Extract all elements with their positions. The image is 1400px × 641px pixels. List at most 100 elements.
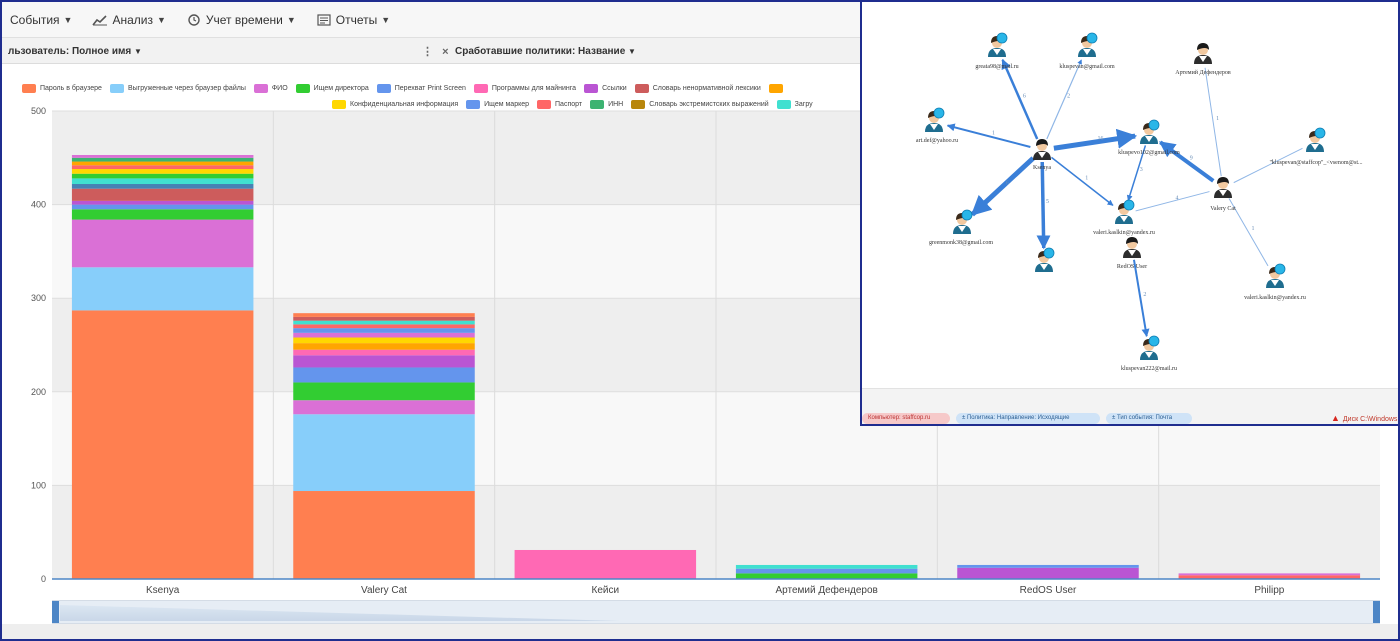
user-node-icon[interactable] bbox=[1123, 237, 1141, 258]
user-node-icon[interactable] bbox=[1115, 199, 1135, 224]
chart-scrollbar[interactable] bbox=[52, 600, 1380, 624]
node-label: kluspevo102@gmail.com bbox=[1118, 150, 1180, 156]
bar-segment bbox=[71, 173, 254, 179]
filter-chip-event-type[interactable]: ± Тип события: Почта bbox=[1106, 413, 1192, 424]
bar-segment bbox=[71, 169, 254, 174]
bar-segment bbox=[293, 324, 475, 329]
bar-segment bbox=[293, 328, 475, 333]
node-label: art.def@yahoo.ru bbox=[916, 137, 958, 144]
chip-label: Компьютер: staffcop.ru bbox=[868, 415, 931, 421]
graph-edge bbox=[1053, 128, 1138, 151]
graph-edge bbox=[1050, 156, 1114, 206]
user-node-icon[interactable] bbox=[1306, 127, 1326, 152]
bar-segment bbox=[71, 178, 254, 185]
user-node-icon[interactable] bbox=[1214, 177, 1232, 198]
filter-chip-policy[interactable]: ± Политика: Направление: Исходящие bbox=[956, 413, 1100, 424]
bar-segment bbox=[293, 414, 475, 492]
edge-label: 1 bbox=[1251, 226, 1254, 232]
bar-segment bbox=[293, 349, 475, 356]
bar-segment bbox=[71, 200, 254, 205]
edge-label: 9 bbox=[1190, 156, 1193, 162]
scroll-handle-right[interactable] bbox=[1373, 601, 1380, 623]
node-badge bbox=[933, 107, 945, 119]
bar-segment bbox=[71, 310, 254, 579]
y-tick-label: 400 bbox=[31, 200, 46, 210]
x-tick-label: Артемий Дефендеров bbox=[775, 584, 877, 596]
bar-segment bbox=[293, 320, 475, 325]
warning-icon: ▲ bbox=[1331, 413, 1340, 423]
node-label: RedOS User bbox=[1117, 264, 1147, 270]
edge-label: 1 bbox=[1085, 175, 1088, 181]
edge-label: 5 bbox=[1046, 199, 1049, 205]
bar-segment bbox=[293, 343, 475, 350]
y-tick-label: 200 bbox=[31, 387, 46, 397]
node-badge bbox=[1314, 127, 1326, 139]
edge-label: 1 bbox=[992, 130, 995, 136]
x-tick-label: RedOS User bbox=[1020, 585, 1077, 596]
edge-label: 2 bbox=[1143, 292, 1146, 298]
bar-segment bbox=[71, 157, 254, 162]
edge-label: 3 bbox=[1140, 167, 1143, 173]
bar-segment bbox=[735, 573, 918, 579]
bar-segment bbox=[71, 184, 254, 189]
bar-segment bbox=[71, 209, 254, 220]
bar-segment bbox=[71, 219, 254, 268]
edge-label: 4 bbox=[1176, 195, 1179, 201]
alert-disk[interactable]: ▲ Диск C:\Windows bbox=[1331, 413, 1398, 424]
bar-segment bbox=[71, 204, 254, 210]
user-node-icon[interactable] bbox=[1140, 335, 1160, 360]
node-label: Valery Cat bbox=[1210, 206, 1236, 212]
user-node-icon[interactable] bbox=[1266, 263, 1286, 288]
bar-segment bbox=[71, 161, 254, 166]
bar-segment bbox=[735, 568, 918, 574]
bar-segment bbox=[293, 316, 475, 321]
user-node-icon[interactable] bbox=[1035, 247, 1055, 272]
node-badge bbox=[996, 32, 1008, 44]
bar-segment bbox=[71, 267, 254, 311]
alert-label: Диск C:\Windows bbox=[1342, 416, 1398, 423]
node-label: valeri.kaslkin@yandex.ru bbox=[1244, 295, 1306, 301]
scrollbar-preview bbox=[60, 605, 620, 621]
scroll-handle-left[interactable] bbox=[52, 601, 59, 623]
bar-segment bbox=[735, 564, 918, 569]
node-badge bbox=[1148, 335, 1160, 347]
node-label: Ksenya bbox=[1033, 165, 1051, 171]
user-node-icon[interactable] bbox=[1140, 119, 1160, 144]
x-tick-label: Ksenya bbox=[146, 585, 180, 596]
node-label: greata98@mail.ru bbox=[975, 64, 1018, 70]
bar-segment bbox=[293, 491, 475, 579]
graph-edge bbox=[1159, 140, 1215, 183]
filter-chips-bar: Компьютер: staffcop.ru ± Политика: Напра… bbox=[862, 388, 1398, 424]
bar-segment bbox=[293, 313, 475, 317]
graph-popup: 6 2 1 6 5 1 16 9 4 3 1 1 1 2 greata98@mail.ru kluspevan… bbox=[860, 0, 1400, 426]
user-node-icon[interactable] bbox=[953, 209, 973, 234]
edge-label: 6 bbox=[1006, 180, 1009, 186]
bar-segment bbox=[71, 165, 254, 170]
footer-bar bbox=[2, 624, 1398, 639]
bar-segment bbox=[293, 355, 475, 368]
graph-edge bbox=[1001, 58, 1039, 140]
node-badge bbox=[1148, 119, 1160, 131]
bar-segment bbox=[293, 400, 475, 415]
user-node-icon[interactable] bbox=[1033, 139, 1051, 160]
bar-segment bbox=[1178, 573, 1361, 576]
graph-edge bbox=[946, 123, 1031, 148]
node-badge bbox=[1123, 199, 1135, 211]
user-node-icon[interactable] bbox=[925, 107, 945, 132]
node-label: greenmonk38@gmail.com bbox=[929, 240, 993, 246]
edge-label: 16 bbox=[1098, 136, 1104, 142]
node-label: valeri.kaslkin@yandex.ru bbox=[1093, 230, 1155, 236]
bar-segment bbox=[293, 367, 475, 383]
x-tick-label: Кейси bbox=[592, 585, 620, 596]
y-tick-label: 300 bbox=[31, 293, 46, 303]
user-node-icon[interactable] bbox=[1078, 32, 1098, 57]
y-tick-label: 0 bbox=[41, 574, 46, 584]
user-node-icon[interactable] bbox=[1194, 43, 1212, 64]
relations-graph: 6 21651169431112greata98@mail.ru kluspevan… bbox=[916, 32, 1363, 372]
edge-label: 6 bbox=[1023, 93, 1026, 99]
bar-segment bbox=[71, 188, 254, 201]
user-node-icon[interactable] bbox=[988, 32, 1008, 57]
node-badge bbox=[1086, 32, 1098, 44]
filter-chip-computer[interactable]: Компьютер: staffcop.ru bbox=[862, 413, 950, 424]
bar-segment bbox=[293, 382, 475, 401]
